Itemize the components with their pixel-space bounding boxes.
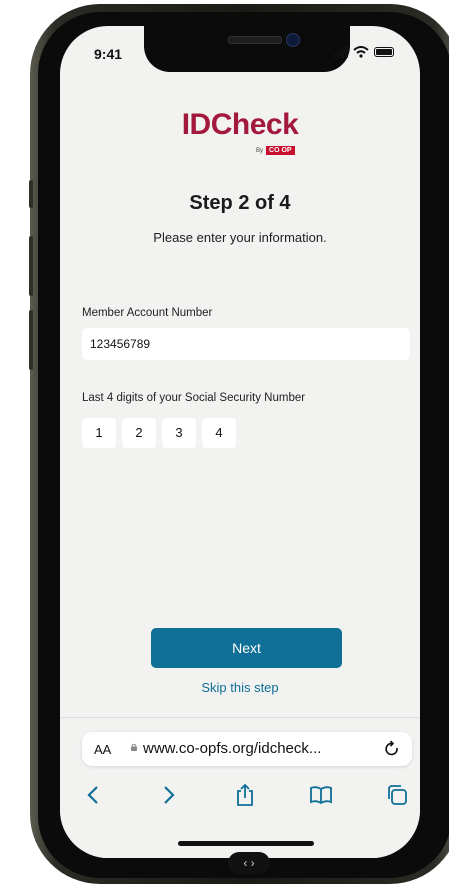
share-icon[interactable] — [232, 782, 258, 808]
ssn-digit-inputs: 1 2 3 4 — [82, 418, 236, 448]
reader-aa-button[interactable]: AA — [94, 742, 111, 757]
status-icons — [333, 46, 394, 58]
speaker-grille — [228, 36, 282, 44]
nav-arrows-overlay: ‹ › — [228, 852, 270, 874]
battery-icon — [374, 47, 394, 57]
reload-icon[interactable] — [382, 739, 402, 759]
bookmarks-icon[interactable] — [308, 782, 334, 808]
volume-up-button — [29, 236, 33, 296]
status-time: 9:41 — [94, 46, 123, 62]
address-bar[interactable]: AA www.co-opfs.org/idcheck... — [82, 732, 412, 766]
by-text: By — [256, 147, 264, 154]
step-title: Step 2 of 4 — [189, 192, 291, 214]
ssn-digit-4[interactable]: 4 — [202, 418, 236, 448]
notch — [144, 26, 350, 72]
front-camera — [286, 33, 300, 47]
account-number-input[interactable]: 123456789 — [82, 328, 410, 360]
volume-down-button — [29, 310, 33, 370]
lock-icon — [131, 743, 137, 751]
phone-screen: 9:41 IDCheck By CO OP Step 2 of 4 Please… — [60, 26, 420, 858]
wifi-icon — [353, 46, 369, 58]
ssn-digit-3[interactable]: 3 — [162, 418, 196, 448]
home-indicator[interactable] — [178, 841, 314, 846]
ssn-label: Last 4 digits of your Social Security Nu… — [82, 392, 306, 404]
safari-bottom-bar: AA www.co-opfs.org/idcheck... — [60, 717, 420, 858]
forward-icon[interactable] — [156, 782, 182, 808]
back-icon[interactable] — [80, 782, 106, 808]
coop-byline: By CO OP — [256, 146, 295, 155]
idcheck-logo: IDCheck — [60, 108, 420, 142]
coop-badge: CO OP — [266, 146, 295, 155]
safari-toolbar — [80, 782, 410, 808]
logo-text: IDCheck — [181, 108, 299, 141]
skip-step-link[interactable]: Skip this step — [60, 680, 420, 695]
next-button[interactable]: Next — [151, 628, 342, 668]
mute-switch — [29, 180, 33, 208]
url-text: www.co-opfs.org/idcheck... — [143, 740, 322, 757]
account-number-label: Member Account Number — [82, 307, 213, 319]
ssn-digit-2[interactable]: 2 — [122, 418, 156, 448]
status-bar: 9:41 — [60, 26, 420, 86]
step-subtitle: Please enter your information. — [153, 230, 327, 245]
signal-icon — [333, 46, 348, 58]
ssn-digit-1[interactable]: 1 — [82, 418, 116, 448]
tabs-icon[interactable] — [384, 782, 410, 808]
